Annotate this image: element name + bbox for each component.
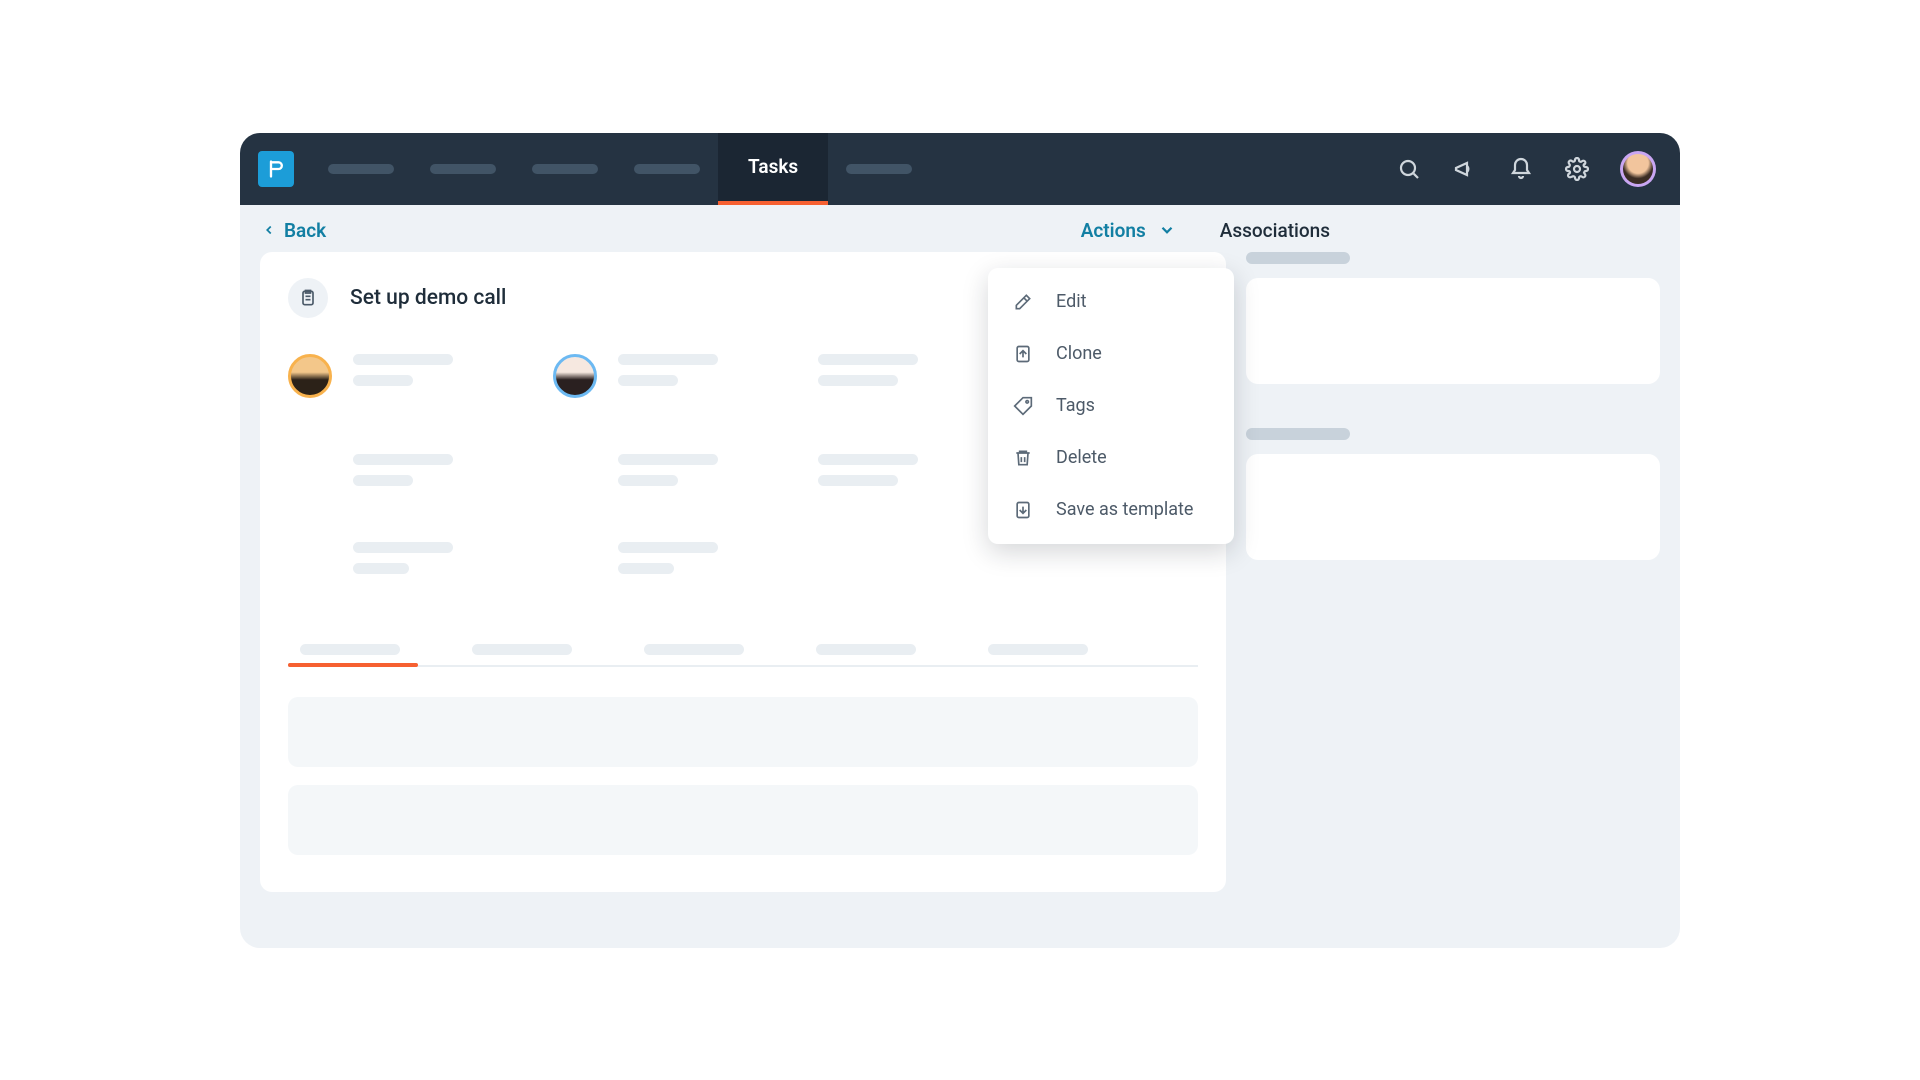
associations-label: Associations xyxy=(1220,219,1330,242)
menu-item-label: Delete xyxy=(1056,447,1107,468)
nav-tab-tasks[interactable]: Tasks xyxy=(718,133,828,205)
app-logo[interactable] xyxy=(258,151,294,187)
task-icon xyxy=(288,278,328,318)
chevron-down-icon xyxy=(1158,221,1176,239)
gear-icon[interactable] xyxy=(1564,156,1590,182)
trash-icon xyxy=(1012,447,1034,469)
menu-item-label: Save as template xyxy=(1056,499,1193,520)
content-area: Set up demo call xyxy=(240,252,1680,912)
meta-field-placeholder xyxy=(618,542,798,574)
task-meta-row-3 xyxy=(288,542,1198,574)
menu-item-label: Clone xyxy=(1056,343,1102,364)
actions-menu-delete[interactable]: Delete xyxy=(988,432,1234,484)
detail-tabs xyxy=(288,644,1198,667)
detail-tab-placeholder[interactable] xyxy=(816,644,916,655)
active-tab-indicator xyxy=(288,663,418,667)
user-avatar[interactable] xyxy=(1620,151,1656,187)
assignee-avatar[interactable] xyxy=(288,354,332,398)
menu-item-label: Tags xyxy=(1056,395,1095,416)
side-section-label-placeholder xyxy=(1246,428,1350,440)
detail-tab-placeholder[interactable] xyxy=(988,644,1088,655)
bell-icon[interactable] xyxy=(1508,156,1534,182)
nav-tab-label: Tasks xyxy=(748,155,798,178)
meta-field-placeholder xyxy=(618,354,798,386)
actions-menu-clone[interactable]: Clone xyxy=(988,328,1234,380)
tag-icon xyxy=(1012,395,1034,417)
detail-tab-placeholder[interactable] xyxy=(472,644,572,655)
associations-link[interactable]: Associations xyxy=(1220,219,1330,242)
search-icon[interactable] xyxy=(1396,156,1422,182)
actions-menu-tags[interactable]: Tags xyxy=(988,380,1234,432)
actions-menu-save-template[interactable]: Save as template xyxy=(988,484,1234,536)
side-group xyxy=(1246,252,1660,384)
sub-header: Back Actions Associations xyxy=(240,205,1680,252)
nav-item-placeholder[interactable] xyxy=(532,164,598,174)
nav-item-placeholder[interactable] xyxy=(328,164,394,174)
announce-icon[interactable] xyxy=(1452,156,1478,182)
template-icon xyxy=(1012,499,1034,521)
nav-items: Tasks xyxy=(310,133,930,205)
side-column xyxy=(1246,252,1660,892)
app-frame: Tasks Back Actions xyxy=(240,133,1680,948)
menu-item-label: Edit xyxy=(1056,291,1086,312)
assignee-avatar[interactable] xyxy=(553,354,597,398)
content-block-placeholder xyxy=(288,697,1198,767)
edit-icon xyxy=(1012,291,1034,313)
nav-item-placeholder[interactable] xyxy=(846,164,912,174)
side-card-placeholder xyxy=(1246,454,1660,560)
sub-header-right: Actions Associations xyxy=(1081,219,1660,242)
task-title: Set up demo call xyxy=(350,286,506,310)
nav-item-placeholder[interactable] xyxy=(634,164,700,174)
meta-field-placeholder xyxy=(818,354,998,386)
back-button[interactable]: Back xyxy=(262,219,326,242)
clone-icon xyxy=(1012,343,1034,365)
actions-label: Actions xyxy=(1081,219,1146,242)
actions-dropdown-button[interactable]: Actions xyxy=(1081,219,1176,242)
meta-field-placeholder xyxy=(353,542,533,574)
detail-tab-placeholder[interactable] xyxy=(644,644,744,655)
nav-right xyxy=(1396,151,1656,187)
actions-dropdown-menu: Edit Clone Tags Delete Save as template xyxy=(988,268,1234,544)
nav-item-placeholder[interactable] xyxy=(430,164,496,174)
meta-field-placeholder xyxy=(353,354,533,386)
meta-field-placeholder xyxy=(353,454,533,486)
side-group xyxy=(1246,428,1660,560)
side-section-label-placeholder xyxy=(1246,252,1350,264)
top-nav: Tasks xyxy=(240,133,1680,205)
meta-field-placeholder xyxy=(618,454,798,486)
meta-field-placeholder xyxy=(818,454,998,486)
actions-menu-edit[interactable]: Edit xyxy=(988,276,1234,328)
detail-tab-placeholder[interactable] xyxy=(300,644,400,655)
back-label: Back xyxy=(284,219,326,242)
side-card-placeholder xyxy=(1246,278,1660,384)
content-block-placeholder xyxy=(288,785,1198,855)
